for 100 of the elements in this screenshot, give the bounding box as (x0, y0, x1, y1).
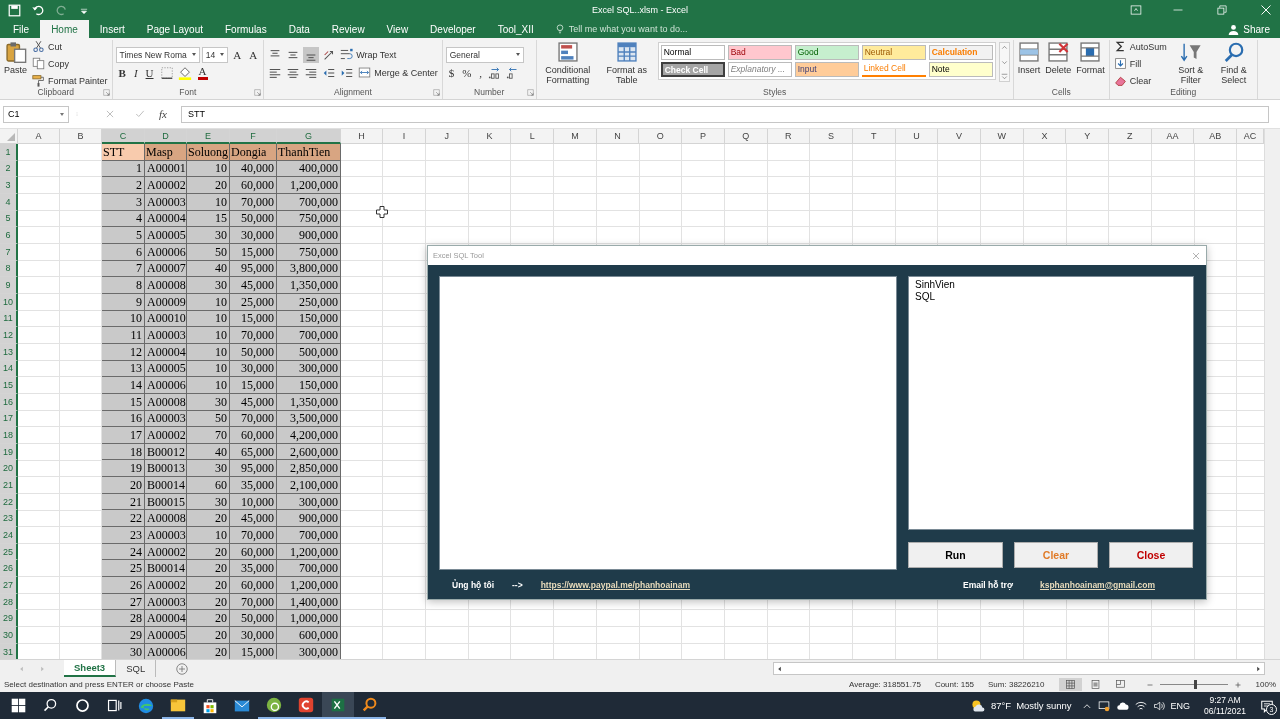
ribbon-tab[interactable]: Home (40, 20, 89, 38)
notification-icon[interactable] (1260, 698, 1274, 713)
column-header[interactable]: AA (1151, 129, 1195, 144)
format-button[interactable]: % (459, 66, 475, 79)
vertical-scrollbar[interactable] (1264, 129, 1280, 659)
clear-button[interactable]: Clear (1112, 73, 1153, 88)
query-field[interactable] (439, 276, 897, 570)
list-item[interactable]: SQL (915, 291, 1187, 303)
cell-style[interactable]: Neutral (861, 45, 926, 60)
email-link[interactable]: ksphanhoainam@gmail.com (1039, 579, 1155, 590)
row-header[interactable]: 15 (0, 377, 18, 394)
check-icon[interactable] (135, 109, 145, 119)
row-header[interactable]: 6 (0, 227, 18, 244)
donate-link[interactable]: https://www.paypal.me/phanhoainam (540, 579, 691, 590)
shopping-bag-icon[interactable] (201, 696, 219, 715)
table-list[interactable]: SinhVien SQL (908, 276, 1194, 530)
ribbon-tab[interactable]: Page Layout (135, 20, 214, 38)
column-header[interactable]: N (596, 129, 640, 144)
column-header[interactable]: T (852, 129, 896, 144)
column-header[interactable]: P (682, 129, 725, 144)
row-header[interactable]: 24 (0, 527, 18, 544)
dropdown-field[interactable]: General (445, 46, 524, 63)
column-header[interactable]: U (895, 129, 939, 144)
wrap-text-button[interactable]: Wrap Text (339, 47, 398, 62)
ribbon-tab[interactable]: Review (320, 20, 376, 38)
zoom-thumb[interactable] (1193, 680, 1197, 689)
speaker-icon[interactable] (1152, 699, 1165, 712)
dialog-button[interactable]: Run (908, 542, 1003, 568)
name-box[interactable]: C1 (3, 105, 69, 123)
zoom-in-icon[interactable] (1233, 680, 1242, 689)
format-button[interactable]: A (246, 48, 261, 61)
bold-button[interactable]: B (115, 66, 129, 79)
wifi-icon[interactable] (1134, 699, 1147, 712)
cut-button[interactable]: Cut (31, 39, 64, 54)
magnifier-icon[interactable] (361, 695, 379, 714)
row-header[interactable]: 20 (0, 460, 18, 478)
undo-icon[interactable] (31, 3, 45, 17)
row-header[interactable]: 1 (0, 144, 18, 161)
conditional-formatting-button[interactable]: Conditional Formatting (539, 40, 596, 86)
cell-style[interactable]: Normal (660, 45, 725, 60)
column-header[interactable]: C (102, 129, 145, 144)
normal-view-icon[interactable] (1064, 679, 1076, 690)
column-header[interactable]: G (277, 129, 341, 144)
browser-icon[interactable] (137, 696, 155, 715)
copy-button[interactable]: Copy (31, 56, 71, 71)
sheet-tab[interactable]: Sheet3 (64, 660, 117, 677)
column-header[interactable]: AB (1194, 129, 1238, 144)
cell-style[interactable]: Explanatory ... (727, 62, 792, 77)
column-header[interactable]: D (145, 129, 187, 144)
cell-style[interactable]: Bad (727, 45, 792, 60)
page-layout-icon[interactable] (1089, 679, 1101, 690)
column-header[interactable]: R (767, 129, 811, 144)
format-button[interactable]: , (476, 66, 486, 79)
column-header[interactable]: S (810, 129, 853, 144)
tell-me-field[interactable]: Tell me what you want to do... (568, 24, 688, 34)
row-header[interactable]: 30 (0, 627, 18, 644)
find-select-button[interactable]: Find & Select (1213, 40, 1254, 86)
column-header[interactable]: L (511, 129, 555, 144)
monitor-icon[interactable] (1097, 699, 1110, 712)
column-header[interactable]: E (187, 129, 230, 144)
column-header[interactable]: W (980, 129, 1024, 144)
column-header[interactable]: J (426, 129, 469, 144)
insert-function-button[interactable]: fx (151, 108, 175, 120)
column-header[interactable]: B (60, 129, 102, 144)
column-header[interactable]: H (341, 129, 383, 144)
column-header[interactable]: M (554, 129, 597, 144)
ribbon-tab[interactable]: Developer (419, 20, 487, 38)
language-indicator[interactable]: ENG (1170, 700, 1191, 711)
italic-button[interactable]: I (130, 66, 141, 79)
row-header[interactable]: 9 (0, 277, 18, 294)
column-header[interactable]: K (468, 129, 512, 144)
share-button[interactable]: Share (1228, 20, 1270, 38)
app-icon[interactable] (297, 695, 315, 714)
format-button[interactable]: A (230, 48, 245, 61)
column-header[interactable]: AC (1237, 129, 1264, 144)
save-icon[interactable] (8, 3, 21, 17)
ribbon-tab[interactable]: File (2, 20, 41, 38)
fill-button[interactable]: Fill (1112, 56, 1143, 71)
row-header[interactable]: 3 (0, 177, 18, 194)
column-header[interactable]: Q (724, 129, 768, 144)
page-break-icon[interactable] (1114, 679, 1126, 690)
weather-icon[interactable] (969, 697, 986, 714)
row-header[interactable]: 12 (0, 327, 18, 344)
clock[interactable]: 9:27 AM 06/11/2021 (1204, 694, 1246, 717)
column-header[interactable]: I (383, 129, 426, 144)
delete-button[interactable]: Delete (1044, 40, 1073, 76)
column-header[interactable]: F (230, 129, 277, 144)
list-item[interactable]: SinhVien (915, 279, 1187, 291)
format-button[interactable]: $ (445, 66, 458, 79)
restore-icon[interactable] (1216, 4, 1228, 16)
task-view-icon[interactable] (105, 697, 123, 714)
column-header[interactable]: Y (1066, 129, 1109, 144)
column-header[interactable]: A (18, 129, 60, 144)
sort-filter-button[interactable]: Sort & Filter (1170, 40, 1211, 86)
windows-icon[interactable] (9, 697, 27, 714)
ribbon-tab[interactable]: View (375, 20, 420, 38)
dialog-button[interactable]: Close (1109, 542, 1193, 568)
ribbon-display-icon[interactable] (1130, 4, 1142, 16)
format-button[interactable]: Format (1075, 40, 1106, 76)
ribbon-tab[interactable]: Insert (88, 20, 136, 38)
